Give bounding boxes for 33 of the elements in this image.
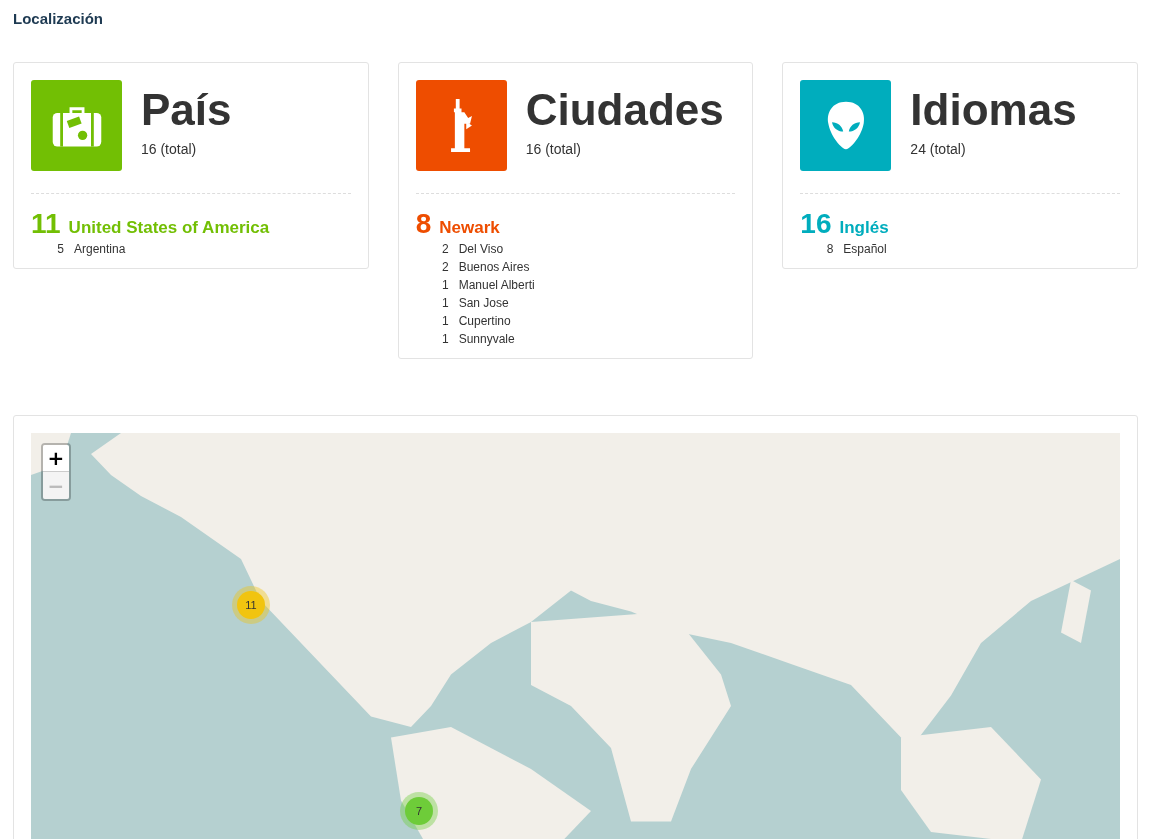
item-name: Argentina <box>74 241 126 258</box>
top-count: 16 <box>800 208 832 240</box>
item-name: Cupertino <box>458 313 511 330</box>
top-count: 8 <box>415 208 432 240</box>
total-count: 16 (total) <box>525 141 582 157</box>
card-title: País <box>141 84 232 136</box>
statue-icon <box>449 97 473 154</box>
top-name: Newark <box>439 218 500 238</box>
cluster-marker[interactable]: 7 <box>400 792 438 830</box>
item-count: 1 <box>441 295 449 312</box>
item-name: San Jose <box>458 295 509 312</box>
item-name: Buenos Aires <box>458 259 530 276</box>
section-title: Localización <box>13 10 105 29</box>
item-name: Del Viso <box>458 241 504 258</box>
item-count: 2 <box>441 241 449 258</box>
card-title: Idiomas <box>910 84 1077 136</box>
cluster-marker[interactable]: 11 <box>232 586 270 624</box>
top-name: Inglés <box>839 218 889 238</box>
item-name: Sunnyvale <box>458 331 515 348</box>
item-count: 1 <box>441 313 449 330</box>
item-count: 5 <box>56 241 64 258</box>
top-count: 11 <box>31 208 61 240</box>
zoom-in-button[interactable]: + <box>43 445 69 472</box>
item-name: Manuel Alberti <box>458 277 535 294</box>
item-count: 8 <box>825 241 834 258</box>
card-title: Ciudades <box>525 84 724 136</box>
top-name: United States of America <box>68 218 270 238</box>
item-count: 1 <box>441 277 449 294</box>
item-name: Español <box>843 241 887 258</box>
total-count: 24 (total) <box>910 141 967 157</box>
item-count: 2 <box>441 259 449 276</box>
item-count: 1 <box>441 331 449 348</box>
total-count: 16 (total) <box>141 141 198 157</box>
